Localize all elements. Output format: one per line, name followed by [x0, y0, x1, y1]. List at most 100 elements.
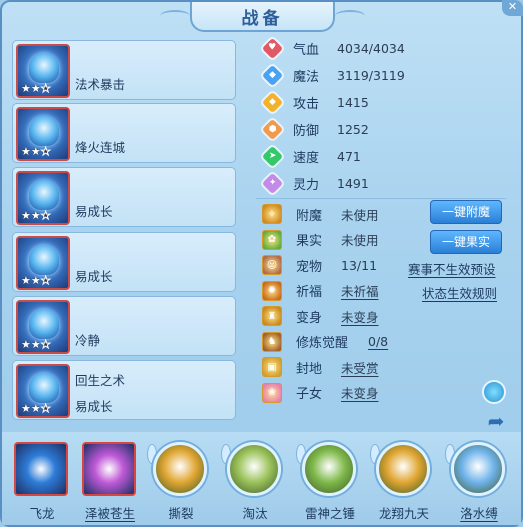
- match-preset-link[interactable]: 赛事不生效预设: [408, 259, 496, 278]
- info-label: 修炼觉醒: [296, 336, 349, 351]
- info-value: 13/11: [341, 257, 378, 273]
- status-rules-link[interactable]: 状态生效规则: [422, 283, 497, 302]
- info-label: 宠物: [296, 259, 323, 275]
- skill-trait: 冷静: [75, 333, 101, 348]
- info-row: ❀ 子女 未变身: [262, 381, 379, 405]
- bottom-skill-button[interactable]: [80, 440, 140, 500]
- star-rating: ★ ★ ★: [21, 209, 51, 223]
- heart-icon: ♥: [261, 37, 284, 59]
- bottom-skill-button[interactable]: [445, 440, 509, 500]
- skill-card[interactable]: ★ ★ ★ 烽火连城: [12, 103, 236, 163]
- skill-icon: ★ ★ ★: [16, 171, 70, 225]
- fruit-icon: ✿: [262, 229, 282, 250]
- skill-icon: ★ ★ ★: [16, 300, 70, 354]
- skill-emblem-icon: [29, 116, 59, 146]
- info-value[interactable]: 未变身: [341, 383, 379, 402]
- stat-label: 灵力: [293, 177, 320, 193]
- bottom-skill-button[interactable]: [147, 440, 211, 500]
- skill-card[interactable]: ★ ★ ★ 法术暴击: [12, 40, 236, 100]
- star-rating: ★ ★ ★: [21, 145, 51, 159]
- skill-card[interactable]: ★ ★ ★ 冷静: [12, 296, 236, 356]
- skill-trait: 易成长: [75, 399, 113, 414]
- skill-emblem-icon: [29, 53, 59, 83]
- skill-trait: 易成长: [75, 269, 113, 284]
- share-button[interactable]: ➦: [482, 409, 510, 433]
- pet-icon: ☺: [262, 255, 282, 275]
- info-label: 祈福: [296, 285, 323, 300]
- skill-orb-icon: [82, 442, 136, 496]
- skill-orb-icon: [14, 442, 68, 496]
- title-ornament-left: [160, 10, 190, 22]
- star-icon: ★: [21, 338, 31, 351]
- shield-icon: ⬢: [261, 118, 284, 140]
- info-value: 未使用: [341, 233, 379, 248]
- section-divider: [256, 198, 506, 199]
- panel-title: 战备: [241, 8, 284, 29]
- star-rating: ★ ★ ★: [21, 274, 51, 288]
- skill-card[interactable]: ★ ★ ★ 回生之术 易成长: [12, 360, 236, 420]
- star-icon: ★: [30, 145, 41, 158]
- stat-value: 3119/3119: [337, 67, 405, 83]
- skill-emblem-icon: [153, 442, 207, 496]
- star-rating: ★ ★ ★: [21, 82, 51, 96]
- info-label: 变身: [296, 310, 323, 326]
- skill-name: 法术暴击: [75, 77, 126, 92]
- stat-value: 4034/4034: [337, 40, 405, 56]
- bottom-skill-label: 淘汰: [242, 506, 268, 521]
- skill-emblem-icon: [29, 373, 59, 403]
- star-icon: ★: [40, 82, 51, 96]
- bottom-skill-button[interactable]: [12, 440, 72, 500]
- bottom-skill-button[interactable]: [221, 440, 285, 500]
- skill-card[interactable]: ★ ★ ★ 易成长: [12, 167, 236, 227]
- attack-icon: ◆: [261, 91, 284, 113]
- star-rating: ★ ★ ★: [21, 402, 51, 416]
- skill-card[interactable]: ★ ★ ★ 易成长: [12, 232, 236, 292]
- info-row: ☺ 宠物 13/11: [262, 253, 377, 277]
- info-row: ✧ 附魔 未使用: [262, 202, 379, 226]
- bottom-skill-label: 撕裂: [168, 506, 194, 521]
- star-icon: ★: [21, 145, 31, 158]
- close-button[interactable]: ✕: [502, 0, 523, 16]
- skill-name: 回生之术: [75, 373, 126, 388]
- speed-icon: ➤: [261, 145, 284, 167]
- info-value[interactable]: 未变身: [341, 307, 379, 326]
- enchant-icon: ✧: [262, 204, 282, 224]
- share-icon: ➦: [487, 409, 505, 433]
- info-label: 果实: [296, 234, 323, 249]
- stat-row: ➤ 速度 471: [261, 143, 361, 169]
- skill-icon: ★ ★ ★: [16, 364, 70, 418]
- stat-label: 防御: [293, 123, 320, 139]
- stat-value: 471: [337, 148, 361, 164]
- star-icon: ★: [21, 82, 31, 95]
- close-icon: ✕: [507, 0, 518, 13]
- skill-emblem-icon: [302, 442, 356, 496]
- skill-emblem-icon: [29, 309, 59, 339]
- transform-icon: ♜: [262, 306, 282, 326]
- info-value[interactable]: 0/8: [368, 334, 388, 349]
- info-value[interactable]: 未祈福: [341, 281, 379, 300]
- star-icon: ★: [40, 145, 51, 159]
- stat-value: 1252: [337, 121, 369, 137]
- skill-emblem-icon: [29, 245, 59, 275]
- skill-emblem-icon: [227, 442, 281, 496]
- info-value[interactable]: 未受赏: [341, 358, 379, 377]
- star-icon: ★: [30, 209, 41, 222]
- skill-icon: ★ ★ ★: [16, 236, 70, 290]
- blessing-icon: ✺: [262, 280, 282, 301]
- bottom-skill-label: 龙翔九天: [378, 506, 429, 521]
- stat-label: 攻击: [293, 96, 320, 112]
- skill-icon: ★ ★ ★: [16, 44, 70, 98]
- skill-emblem-icon: [29, 180, 59, 210]
- stat-value: 1491: [337, 175, 369, 191]
- bottom-skill-button[interactable]: [296, 440, 360, 500]
- star-icon: ★: [40, 402, 51, 416]
- orb-button[interactable]: [482, 380, 506, 404]
- one-click-fruit-button[interactable]: 一键果实: [430, 230, 502, 254]
- stat-row: ✦ 灵力 1491: [261, 170, 369, 196]
- star-rating: ★ ★ ★: [21, 338, 51, 352]
- mana-icon: ◆: [261, 64, 284, 86]
- cultivation-icon: ♞: [262, 331, 282, 352]
- bottom-skill-button[interactable]: [370, 440, 434, 500]
- one-click-enchant-button[interactable]: 一键附魔: [430, 200, 502, 224]
- info-label: 附魔: [296, 208, 323, 224]
